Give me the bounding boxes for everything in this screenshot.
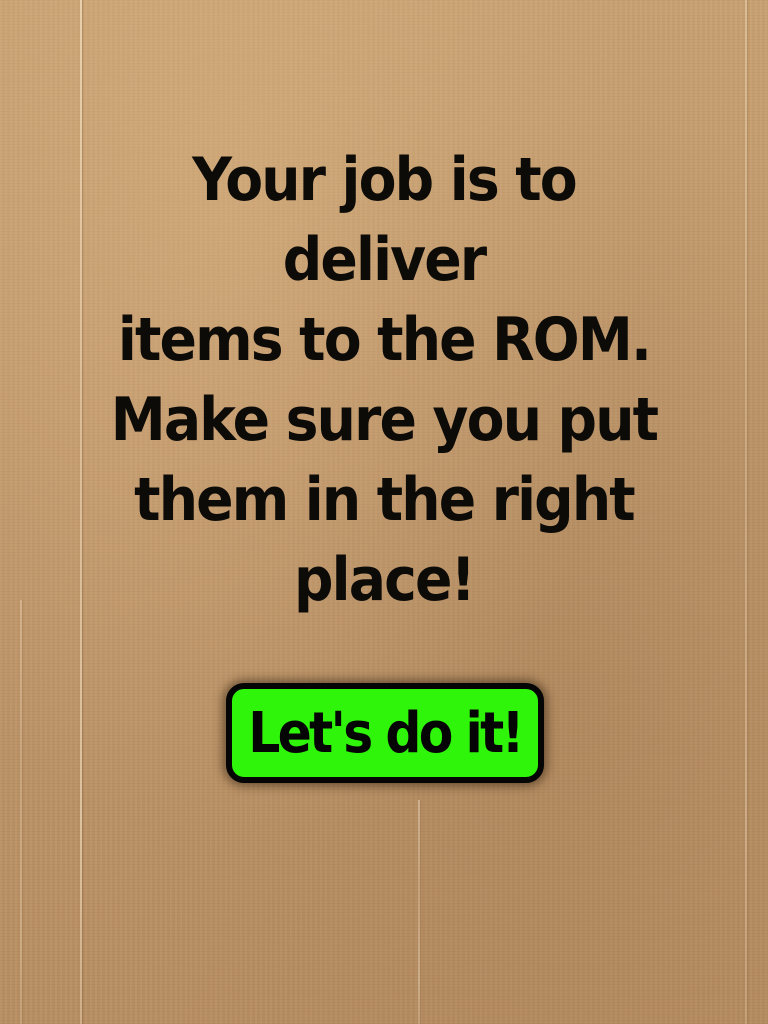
start-button-label: Let's do it!: [248, 700, 524, 766]
cardboard-crease: [418, 800, 420, 1024]
instruction-line: Make sure you put: [110, 385, 659, 455]
start-button[interactable]: Let's do it!: [226, 683, 544, 783]
instruction-text: Your job is to deliver items to the ROM.…: [108, 140, 660, 620]
instruction-line: Your job is to deliver: [192, 145, 578, 295]
cardboard-background: Your job is to deliver items to the ROM.…: [0, 0, 768, 1024]
cardboard-crease: [80, 0, 82, 1024]
instruction-line: items to the ROM.: [117, 305, 652, 375]
instruction-line: place!: [293, 545, 476, 615]
cardboard-crease: [745, 0, 747, 1024]
instruction-line: them in the right: [134, 465, 636, 535]
cardboard-crease: [20, 600, 22, 1024]
